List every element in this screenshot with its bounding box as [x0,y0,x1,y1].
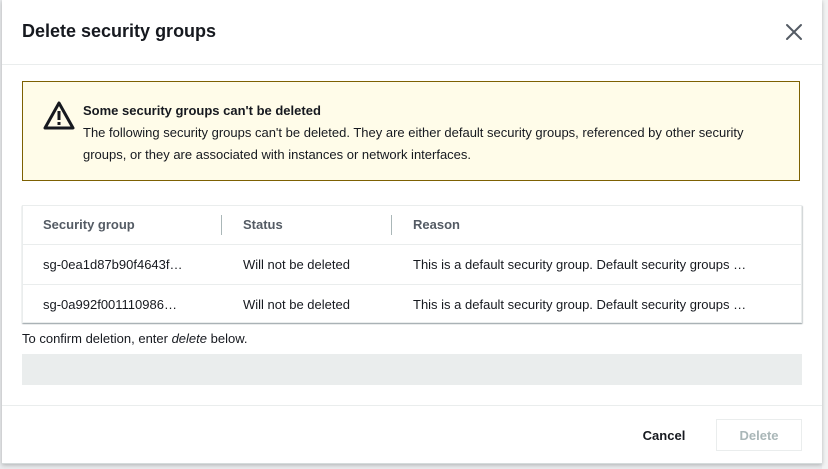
confirm-prefix: To confirm deletion, enter [22,331,172,346]
security-group-id: sg-0ea1d87b90f4643f… [43,257,183,272]
background-page [822,0,828,469]
security-group-id: sg-0a992f001110986… [43,297,177,312]
reason-text: This is a default security group. Defaul… [413,297,747,312]
modal-header: Delete security groups [2,0,822,65]
status-text: Will not be deleted [243,257,350,272]
table-row: sg-0ea1d87b90f4643f… Will not be deleted… [23,244,801,285]
modal-title: Delete security groups [22,21,217,41]
delete-button[interactable]: Delete [716,419,802,451]
reason-text: This is a default security group. Defaul… [413,257,747,272]
status-text: Will not be deleted [243,297,350,312]
confirm-keyword: delete [171,331,207,346]
delete-security-groups-modal: Delete security groups Some security gro… [2,0,822,464]
confirm-delete-input[interactable] [22,354,802,385]
warning-icon [43,101,75,130]
column-header-status[interactable]: Status [243,206,283,244]
warning-alert: Some security groups can't be deleted Th… [22,81,800,181]
table-row: sg-0a992f001110986… Will not be deleted … [23,284,801,325]
security-groups-table: Security group Status Reason sg-0ea1d87b… [22,205,802,323]
column-header-security-group[interactable]: Security group [43,206,135,244]
column-header-reason[interactable]: Reason [413,206,460,244]
close-icon [786,24,802,40]
alert-title: Some security groups can't be deleted [83,103,321,118]
column-resizer[interactable] [221,215,222,235]
column-resizer[interactable] [391,215,392,235]
close-button[interactable] [782,20,806,44]
confirm-instruction: To confirm deletion, enter delete below. [22,331,247,346]
cancel-button[interactable]: Cancel [622,419,706,451]
alert-body: The following security groups can't be d… [83,125,744,162]
confirm-suffix: below. [207,331,248,346]
footer-divider [2,405,822,406]
